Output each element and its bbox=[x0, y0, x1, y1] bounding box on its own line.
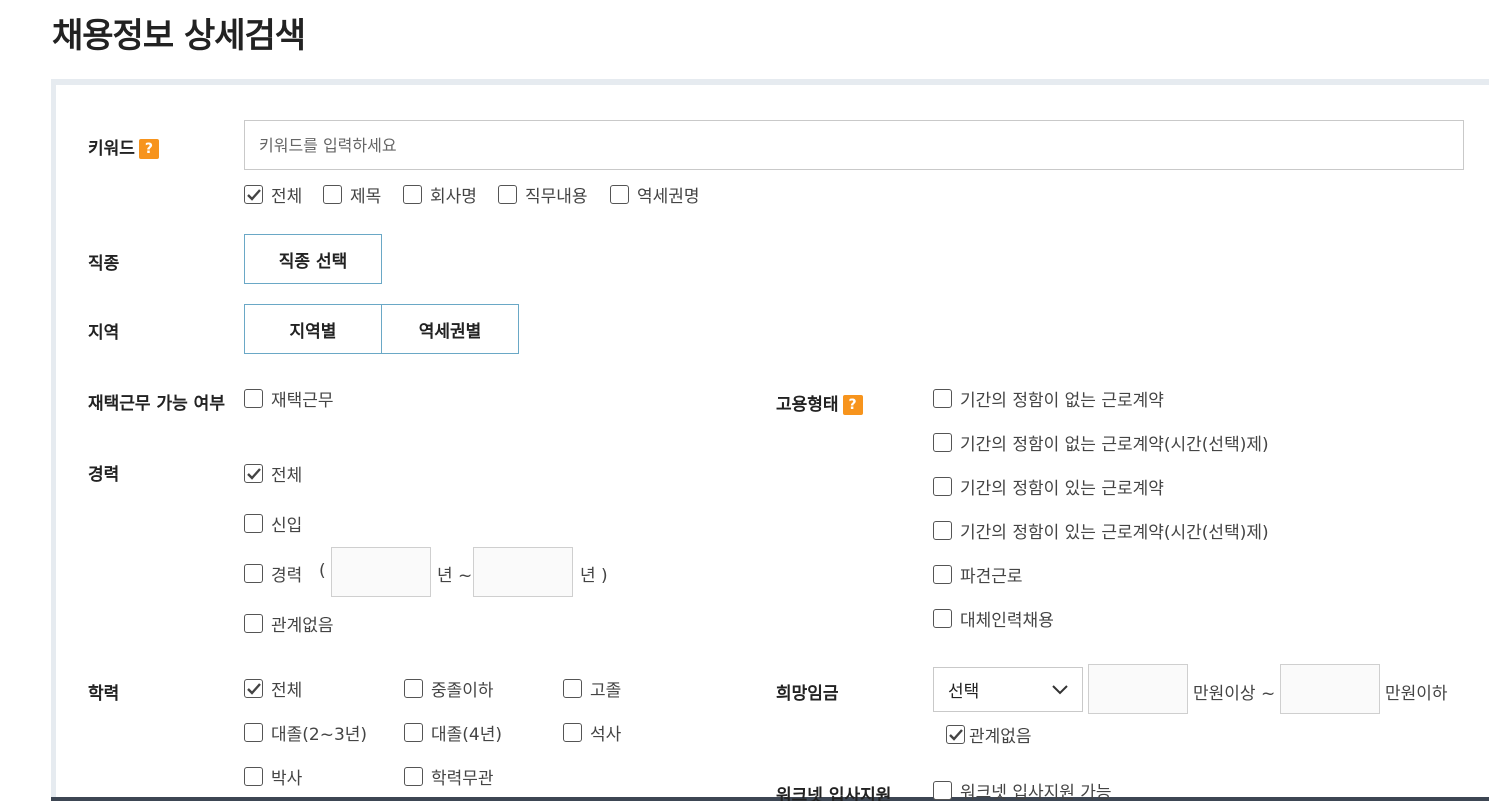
career-max-years-input[interactable] bbox=[473, 547, 573, 597]
keyword-option-title[interactable]: 제목 bbox=[323, 182, 381, 207]
checkbox-icon bbox=[404, 723, 423, 742]
career-year-end: 년 ) bbox=[580, 566, 608, 586]
worknet-label: 워크넷 입사지원 bbox=[776, 786, 892, 801]
checkbox-icon bbox=[933, 477, 952, 496]
checkbox-icon bbox=[244, 723, 263, 742]
checkbox-icon bbox=[933, 609, 952, 628]
checkbox-icon bbox=[933, 565, 952, 584]
checkbox-icon bbox=[498, 185, 517, 204]
salary-option-any[interactable]: 관계없음 bbox=[946, 722, 1032, 747]
salary-max-input[interactable] bbox=[1280, 664, 1380, 714]
remote-option[interactable]: 재택근무 bbox=[244, 386, 334, 411]
career-option-experienced[interactable]: 경력 bbox=[244, 561, 302, 586]
employment-option-0[interactable]: 기간의 정함이 없는 근로계약 bbox=[933, 386, 1164, 411]
checkbox-icon bbox=[933, 433, 952, 452]
career-option-any[interactable]: 관계없음 bbox=[244, 611, 334, 636]
checkbox-checked-icon bbox=[244, 185, 263, 204]
keyword-input[interactable] bbox=[244, 120, 1464, 170]
checkbox-icon bbox=[933, 389, 952, 408]
salary-min-suffix: 만원이상 ~ bbox=[1193, 684, 1276, 704]
career-label: 경력 bbox=[88, 465, 120, 485]
region-button[interactable]: 지역별 bbox=[244, 304, 382, 354]
keyword-label: 키워드? bbox=[88, 134, 159, 159]
salary-min-input[interactable] bbox=[1088, 664, 1188, 714]
employment-option-5[interactable]: 대체인력채용 bbox=[933, 606, 1054, 631]
education-option-any[interactable]: 학력무관 bbox=[404, 764, 494, 789]
checkbox-icon bbox=[244, 564, 263, 583]
checkbox-icon bbox=[244, 514, 263, 533]
career-option-all[interactable]: 전체 bbox=[244, 461, 302, 486]
education-label: 학력 bbox=[88, 684, 120, 704]
checkbox-checked-icon bbox=[946, 725, 965, 744]
job-type-select-button[interactable]: 직종 선택 bbox=[244, 234, 382, 284]
help-icon[interactable]: ? bbox=[138, 139, 159, 159]
checkbox-icon bbox=[933, 781, 952, 800]
region-label: 지역 bbox=[88, 323, 120, 343]
career-year-separator: 년 ~ bbox=[437, 566, 473, 586]
checkbox-icon bbox=[244, 389, 263, 408]
remote-label: 재택근무 가능 여부 bbox=[88, 394, 225, 414]
checkbox-icon bbox=[610, 185, 629, 204]
employment-label: 고용형태? bbox=[776, 390, 863, 415]
employment-option-3[interactable]: 기간의 정함이 있는 근로계약(시간(선택)제) bbox=[933, 518, 1269, 543]
education-option-master[interactable]: 석사 bbox=[563, 720, 621, 745]
chevron-down-icon bbox=[1052, 684, 1068, 694]
checkbox-icon bbox=[404, 767, 423, 786]
salary-max-suffix: 만원이하 bbox=[1385, 684, 1448, 704]
education-option-middle[interactable]: 중졸이하 bbox=[404, 676, 494, 701]
keyword-option-station[interactable]: 역세권명 bbox=[610, 182, 700, 207]
page-title: 채용정보 상세검색 bbox=[52, 16, 306, 56]
checkbox-icon bbox=[933, 521, 952, 540]
checkbox-icon bbox=[563, 723, 582, 742]
employment-option-1[interactable]: 기간의 정함이 없는 근로계약(시간(선택)제) bbox=[933, 430, 1269, 455]
checkbox-icon bbox=[403, 185, 422, 204]
salary-type-select[interactable]: 선택 bbox=[933, 667, 1083, 712]
keyword-option-company[interactable]: 회사명 bbox=[403, 182, 477, 207]
keyword-option-all[interactable]: 전체 bbox=[244, 182, 302, 207]
panel-bottom-bar bbox=[51, 797, 1489, 801]
checkbox-icon bbox=[323, 185, 342, 204]
career-min-years-input[interactable] bbox=[331, 547, 431, 597]
employment-option-4[interactable]: 파견근로 bbox=[933, 562, 1023, 587]
education-option-college[interactable]: 대졸(2~3년) bbox=[244, 720, 367, 745]
employment-option-2[interactable]: 기간의 정함이 있는 근로계약 bbox=[933, 474, 1164, 499]
education-option-university[interactable]: 대졸(4년) bbox=[404, 720, 502, 745]
station-button[interactable]: 역세권별 bbox=[381, 304, 519, 354]
salary-label: 희망임금 bbox=[776, 684, 839, 704]
checkbox-icon bbox=[244, 767, 263, 786]
checkbox-checked-icon bbox=[244, 464, 263, 483]
career-option-new[interactable]: 신입 bbox=[244, 511, 302, 536]
checkbox-icon bbox=[404, 679, 423, 698]
worknet-option[interactable]: 워크넷 입사지원 가능 bbox=[933, 778, 1112, 801]
keyword-option-duty[interactable]: 직무내용 bbox=[498, 182, 588, 207]
checkbox-icon bbox=[563, 679, 582, 698]
education-option-all[interactable]: 전체 bbox=[244, 676, 302, 701]
checkbox-checked-icon bbox=[244, 679, 263, 698]
help-icon[interactable]: ? bbox=[842, 395, 863, 415]
career-open-paren: ( bbox=[319, 561, 326, 581]
education-option-high[interactable]: 고졸 bbox=[563, 676, 621, 701]
education-option-doctor[interactable]: 박사 bbox=[244, 764, 302, 789]
job-type-label: 직종 bbox=[88, 254, 120, 274]
checkbox-icon bbox=[244, 614, 263, 633]
